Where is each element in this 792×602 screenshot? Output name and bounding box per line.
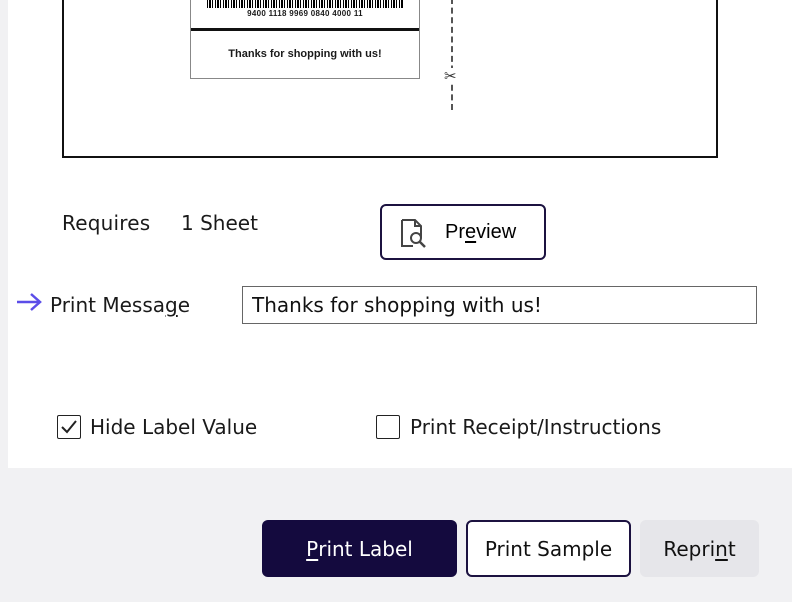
hide-label-value-label[interactable]: Hide Label Value	[90, 415, 257, 439]
cut-line	[451, 0, 453, 110]
print-receipt-checkbox[interactable]	[376, 415, 400, 439]
print-message-label: Print Message	[50, 293, 191, 317]
barcode-number: 9400 1118 9969 0840 4000 11	[247, 9, 363, 18]
preview-button[interactable]: Preview	[380, 204, 546, 260]
requires-label: Requires	[62, 211, 151, 235]
print-sample-button[interactable]: Print Sample	[466, 520, 631, 577]
print-label-button[interactable]: Print Label	[262, 520, 457, 577]
hide-label-value-checkbox[interactable]	[57, 415, 81, 439]
preview-button-label: Preview	[445, 221, 517, 243]
preview-icon	[398, 217, 430, 252]
label-sheet: 9400 1118 9969 0840 4000 11 Thanks for s…	[190, 0, 420, 79]
label-message-preview: Thanks for shopping with us!	[228, 48, 382, 60]
arrow-right-icon	[15, 290, 43, 318]
scissors-icon: ✂	[444, 67, 457, 85]
sheet-count: 1 Sheet	[181, 211, 258, 235]
print-receipt-label[interactable]: Print Receipt/Instructions	[410, 415, 661, 439]
reprint-button[interactable]: Repri n t	[640, 520, 759, 577]
label-preview: 9400 1118 9969 0840 4000 11 Thanks for s…	[62, 0, 718, 158]
checkmark-icon	[61, 420, 77, 434]
label-divider	[191, 28, 419, 31]
barcode	[207, 0, 403, 8]
print-message-input[interactable]	[242, 286, 757, 324]
